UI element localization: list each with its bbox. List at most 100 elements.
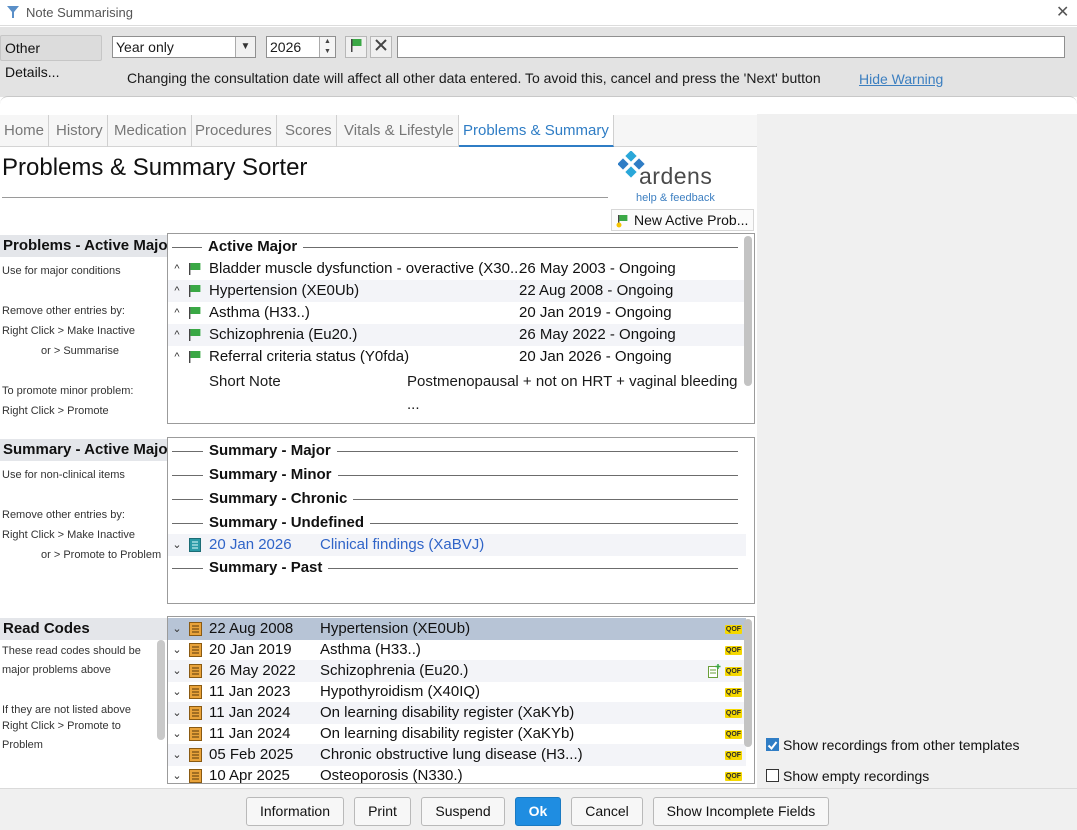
title-bar: Note Summarising ✕ bbox=[0, 0, 1077, 26]
group-header: Summary - Major bbox=[168, 440, 746, 462]
suspend-button[interactable]: Suspend bbox=[421, 797, 505, 826]
close-icon bbox=[375, 39, 387, 51]
sidebar-note: To promote minor problem: bbox=[2, 385, 134, 397]
checkmark-icon bbox=[767, 741, 778, 751]
read-code-icon bbox=[189, 664, 202, 678]
group-label: Summary - Minor bbox=[203, 466, 338, 483]
chevron-down-icon[interactable]: ⌄ bbox=[171, 534, 183, 556]
notes-input[interactable] bbox=[397, 36, 1065, 58]
problems-scrollbar[interactable] bbox=[744, 236, 752, 386]
show-other-templates-label[interactable]: Show recordings from other templates bbox=[783, 737, 1020, 753]
chevron-down-icon[interactable]: ⌄ bbox=[171, 660, 183, 682]
add-flag-icon bbox=[616, 213, 630, 230]
chevron-up-icon[interactable]: ^ bbox=[171, 280, 183, 302]
group-label: Summary - Chronic bbox=[203, 490, 354, 507]
group-header: Active Major bbox=[168, 236, 746, 258]
problem-row[interactable]: ^ Asthma (H33..) 20 Jan 2019 - Ongoing bbox=[168, 302, 746, 324]
chevron-down-icon[interactable]: ⌄ bbox=[171, 702, 183, 724]
chevron-down-icon[interactable]: ▼ bbox=[235, 37, 255, 57]
print-button[interactable]: Print bbox=[354, 797, 411, 826]
new-active-problem-button[interactable]: New Active Prob... bbox=[611, 209, 754, 231]
group-label: Summary - Undefined bbox=[203, 514, 371, 531]
problem-name: Referral criteria status (Y0fda) bbox=[209, 348, 410, 365]
show-empty-checkbox[interactable] bbox=[766, 769, 779, 782]
problem-row[interactable]: ^ Bladder muscle dysfunction - overactiv… bbox=[168, 258, 746, 280]
ok-button[interactable]: Ok bbox=[515, 797, 561, 826]
group-header: Summary - Undefined bbox=[168, 512, 746, 534]
chevron-down-icon[interactable]: ⌄ bbox=[171, 744, 183, 766]
sidebar-scrollbar[interactable] bbox=[157, 640, 165, 740]
qof-badge: QOF bbox=[725, 625, 742, 634]
read-code-name: Hypertension (XE0Ub) bbox=[320, 620, 471, 637]
clear-button[interactable] bbox=[370, 36, 392, 58]
tab-scores[interactable]: Scores bbox=[281, 115, 337, 147]
read-code-icon bbox=[189, 769, 202, 783]
hide-warning-link[interactable]: Hide Warning bbox=[859, 71, 943, 87]
information-button[interactable]: Information bbox=[246, 797, 344, 826]
tab-procedures[interactable]: Procedures bbox=[191, 115, 277, 147]
chevron-up-icon[interactable]: ^ bbox=[171, 258, 183, 280]
tab-home[interactable]: Home bbox=[0, 115, 50, 147]
chevron-up-icon[interactable]: ^ bbox=[171, 302, 183, 324]
date-precision-select[interactable]: Year only ▼ bbox=[112, 36, 256, 58]
read-code-row[interactable]: ⌄ 11 Jan 2024 On learning disability reg… bbox=[168, 702, 746, 724]
group-label: Active Major bbox=[202, 238, 304, 255]
read-code-row[interactable]: ⌄ 05 Feb 2025 Chronic obstructive lung d… bbox=[168, 744, 746, 766]
chevron-up-icon[interactable]: ^ bbox=[171, 324, 183, 346]
problem-date: 20 Jan 2026 - Ongoing bbox=[519, 348, 672, 365]
read-code-date: 11 Jan 2024 bbox=[209, 725, 291, 742]
problem-name: Asthma (H33..) bbox=[209, 304, 310, 321]
window-title: Note Summarising bbox=[26, 5, 133, 20]
read-code-row[interactable]: ⌄ 20 Jan 2019 Asthma (H33..) QOF bbox=[168, 639, 746, 661]
problem-row[interactable]: ^ Hypertension (XE0Ub) 22 Aug 2008 - Ong… bbox=[168, 280, 746, 302]
other-details-button[interactable]: Other Details... bbox=[0, 35, 102, 80]
year-stepper[interactable]: 2026 ▲ ▼ bbox=[266, 36, 336, 58]
new-active-problem-label: New Active Prob... bbox=[634, 212, 749, 228]
short-note-value[interactable]: Postmenopausal + not on HRT + vaginal bl… bbox=[407, 373, 738, 390]
read-code-name: Osteoporosis (N330.) bbox=[320, 767, 463, 784]
chevron-down-icon[interactable]: ⌄ bbox=[171, 618, 183, 640]
flag-icon bbox=[189, 263, 201, 275]
tab-vitals-lifestyle[interactable]: Vitals & Lifestyle bbox=[340, 115, 459, 147]
tab-history[interactable]: History bbox=[52, 115, 108, 147]
add-summary-icon[interactable] bbox=[708, 664, 721, 678]
help-feedback-link[interactable]: help & feedback bbox=[636, 192, 715, 204]
summary-panel: Summary - Major Summary - Minor Summary … bbox=[167, 437, 755, 604]
read-code-date: 11 Jan 2023 bbox=[209, 683, 291, 700]
read-code-row[interactable]: ⌄ 11 Jan 2023 Hypothyroidism (X40IQ) QOF bbox=[168, 681, 746, 703]
flag-button[interactable] bbox=[345, 36, 367, 58]
read-codes-scrollbar[interactable] bbox=[744, 619, 752, 747]
problem-row[interactable]: ^ Referral criteria status (Y0fda) 20 Ja… bbox=[168, 346, 746, 368]
chevron-down-icon[interactable]: ⌄ bbox=[171, 765, 183, 783]
show-incomplete-fields-button[interactable]: Show Incomplete Fields bbox=[653, 797, 829, 826]
qof-badge: QOF bbox=[725, 709, 742, 718]
problem-row[interactable]: ^ Schizophrenia (Eu20.) 26 May 2022 - On… bbox=[168, 324, 746, 346]
group-label: Summary - Major bbox=[203, 442, 337, 459]
chevron-down-icon[interactable]: ⌄ bbox=[171, 681, 183, 703]
sidebar-note: Use for non-clinical items bbox=[2, 469, 125, 481]
read-code-date: 10 Apr 2025 bbox=[209, 767, 290, 784]
group-header: Summary - Minor bbox=[168, 464, 746, 486]
spin-arrows-icon[interactable]: ▲ ▼ bbox=[319, 37, 335, 57]
chevron-down-icon[interactable]: ⌄ bbox=[171, 639, 183, 661]
show-other-templates-checkbox[interactable] bbox=[766, 738, 779, 751]
summary-row[interactable]: ⌄ 20 Jan 2026 Clinical findings (XaBVJ) bbox=[168, 534, 746, 556]
chevron-up-icon[interactable]: ^ bbox=[171, 346, 183, 368]
cancel-button[interactable]: Cancel bbox=[571, 797, 643, 826]
read-code-name: On learning disability register (XaKYb) bbox=[320, 725, 575, 742]
read-code-row[interactable]: ⌄ 26 May 2022 Schizophrenia (Eu20.) QOF bbox=[168, 660, 746, 682]
read-code-row[interactable]: ⌄ 22 Aug 2008 Hypertension (XE0Ub) QOF bbox=[168, 618, 746, 640]
read-codes-panel: ⌄ 22 Aug 2008 Hypertension (XE0Ub) QOF ⌄… bbox=[167, 616, 755, 784]
tab-problems-summary[interactable]: Problems & Summary bbox=[459, 115, 614, 147]
read-code-row[interactable]: ⌄ 11 Jan 2024 On learning disability reg… bbox=[168, 723, 746, 745]
read-code-name: Asthma (H33..) bbox=[320, 641, 421, 658]
read-code-row[interactable]: ⌄ 10 Apr 2025 Osteoporosis (N330.) QOF bbox=[168, 765, 746, 784]
tab-medication[interactable]: Medication bbox=[110, 115, 192, 147]
chevron-down-icon[interactable]: ⌄ bbox=[171, 723, 183, 745]
show-empty-label[interactable]: Show empty recordings bbox=[783, 768, 929, 784]
short-note-more: ... bbox=[407, 396, 420, 413]
read-code-name: On learning disability register (XaKYb) bbox=[320, 704, 575, 721]
close-icon[interactable]: ✕ bbox=[1056, 2, 1069, 22]
flag-icon bbox=[189, 351, 201, 363]
problem-name: Hypertension (XE0Ub) bbox=[209, 282, 360, 299]
